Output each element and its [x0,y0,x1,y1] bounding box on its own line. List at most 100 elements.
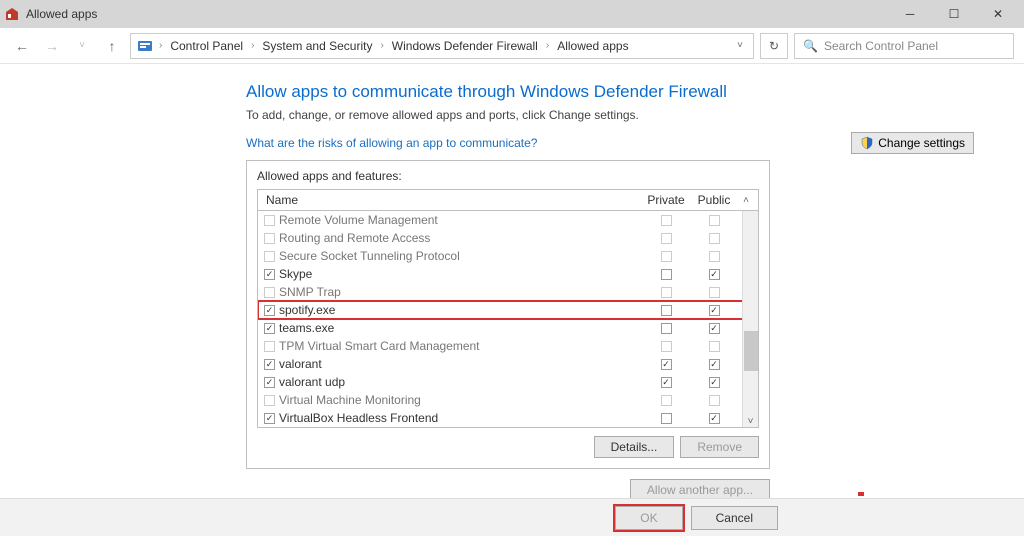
scrollbar-thumb[interactable] [744,331,758,371]
list-body: Remote Volume Management Routing and Remo… [258,211,758,427]
up-button[interactable]: ↑ [100,34,124,58]
panel-label: Allowed apps and features: [257,169,759,183]
minimize-button[interactable]: ─ [888,0,932,28]
change-settings-label: Change settings [878,136,965,150]
column-private[interactable]: Private [642,193,690,207]
refresh-button[interactable]: ↻ [760,33,788,59]
checkbox[interactable] [264,251,275,262]
checkbox[interactable] [661,233,672,244]
checkbox[interactable]: ✓ [264,323,275,334]
checkbox[interactable] [661,323,672,334]
checkbox[interactable] [264,233,275,244]
breadcrumb-item[interactable]: System and Security [260,39,374,53]
breadcrumb-item[interactable]: Windows Defender Firewall [390,39,540,53]
checkbox[interactable]: ✓ [661,359,672,370]
column-public[interactable]: Public [690,193,738,207]
chevron-right-icon: › [157,40,164,51]
list-row[interactable]: Routing and Remote Access [258,229,758,247]
list-row[interactable]: Virtual Machine Monitoring [258,391,758,409]
app-icon [4,6,20,22]
list-row[interactable]: ✓Skype✓ [258,265,758,283]
recent-dropdown[interactable]: ˅ [70,34,94,58]
checkbox[interactable] [264,395,275,406]
app-name: Secure Socket Tunneling Protocol [279,249,460,263]
risks-link[interactable]: What are the risks of allowing an app to… [246,136,537,150]
search-placeholder: Search Control Panel [824,39,938,53]
checkbox[interactable] [264,287,275,298]
list-row[interactable]: SNMP Trap [258,283,758,301]
checkbox[interactable]: ✓ [264,413,275,424]
checkbox[interactable] [709,341,720,352]
list-row[interactable]: ✓ spotify.exe ✓ [258,301,758,319]
close-button[interactable]: ✕ [976,0,1020,28]
address-dropdown[interactable]: ˅ [733,40,747,51]
checkbox[interactable] [661,413,672,424]
list-row[interactable]: Remote Volume Management [258,211,758,229]
app-name: TPM Virtual Smart Card Management [279,339,480,353]
checkbox[interactable] [709,287,720,298]
app-name: spotify.exe [279,303,335,317]
checkbox[interactable] [709,233,720,244]
checkbox[interactable] [661,269,672,280]
checkbox[interactable] [661,251,672,262]
list-row[interactable]: ✓ valorant udp ✓ ✓ [258,373,758,391]
nav-toolbar: ← → ˅ ↑ › Control Panel › System and Sec… [0,28,1024,64]
window-title: Allowed apps [26,7,888,21]
list-header: Name Private Public ˄ [258,190,758,211]
list-row[interactable]: Secure Socket Tunneling Protocol [258,247,758,265]
cancel-button[interactable]: Cancel [691,506,778,530]
app-name: VirtualBox Headless Frontend [279,411,438,425]
checkbox[interactable] [661,287,672,298]
change-settings-button[interactable]: Change settings [851,132,974,154]
checkbox[interactable]: ✓ [709,359,720,370]
ok-button[interactable]: OK [615,506,682,530]
checkbox[interactable] [264,215,275,226]
checkbox[interactable] [264,341,275,352]
app-name: Remote Volume Management [279,213,438,227]
details-button[interactable]: Details... [594,436,675,458]
list-row[interactable]: ✓ teams.exe ✓ [258,319,758,337]
scroll-down-icon[interactable]: ˅ [743,416,758,427]
app-name: valorant udp [279,375,345,389]
app-name: Routing and Remote Access [279,231,430,245]
checkbox[interactable]: ✓ [709,305,720,316]
content-area: Allow apps to communicate through Window… [0,64,1024,501]
search-input[interactable]: 🔍 Search Control Panel [794,33,1014,59]
app-name: teams.exe [279,321,334,335]
checkbox[interactable] [661,341,672,352]
checkbox[interactable]: ✓ [264,269,275,280]
checkbox[interactable]: ✓ [709,323,720,334]
column-name[interactable]: Name [262,193,642,207]
checkbox[interactable] [709,395,720,406]
checkbox[interactable]: ✓ [264,305,275,316]
checkbox[interactable] [661,395,672,406]
list-row[interactable]: TPM Virtual Smart Card Management [258,337,758,355]
list-row[interactable]: ✓ VirtualBox Headless Frontend ✓ [258,409,758,427]
checkbox[interactable] [709,215,720,226]
checkbox[interactable]: ✓ [709,413,720,424]
breadcrumb-item[interactable]: Control Panel [168,39,245,53]
checkbox[interactable]: ✓ [661,377,672,388]
back-button[interactable]: ← [10,34,34,58]
allowed-apps-panel: Allowed apps and features: Name Private … [246,160,770,469]
page-heading: Allow apps to communicate through Window… [246,82,974,102]
breadcrumb-item[interactable]: Allowed apps [555,39,630,53]
checkbox[interactable]: ✓ [264,359,275,370]
scrollbar[interactable]: ˅ [742,211,758,427]
checkbox[interactable] [661,215,672,226]
title-bar: Allowed apps ─ ☐ ✕ [0,0,1024,28]
checkbox[interactable]: ✓ [264,377,275,388]
forward-button[interactable]: → [40,34,64,58]
list-row[interactable]: ✓valorant✓✓ [258,355,758,373]
remove-button[interactable]: Remove [680,436,759,458]
checkbox[interactable]: ✓ [709,377,720,388]
footer-bar: OK Cancel [0,498,1024,536]
checkbox[interactable]: ✓ [709,269,720,280]
chevron-right-icon: › [378,40,385,51]
checkbox[interactable] [709,251,720,262]
address-bar[interactable]: › Control Panel › System and Security › … [130,33,754,59]
checkbox[interactable] [661,305,672,316]
app-name: Virtual Machine Monitoring [279,393,421,407]
scroll-up-icon[interactable]: ˄ [738,195,754,206]
maximize-button[interactable]: ☐ [932,0,976,28]
